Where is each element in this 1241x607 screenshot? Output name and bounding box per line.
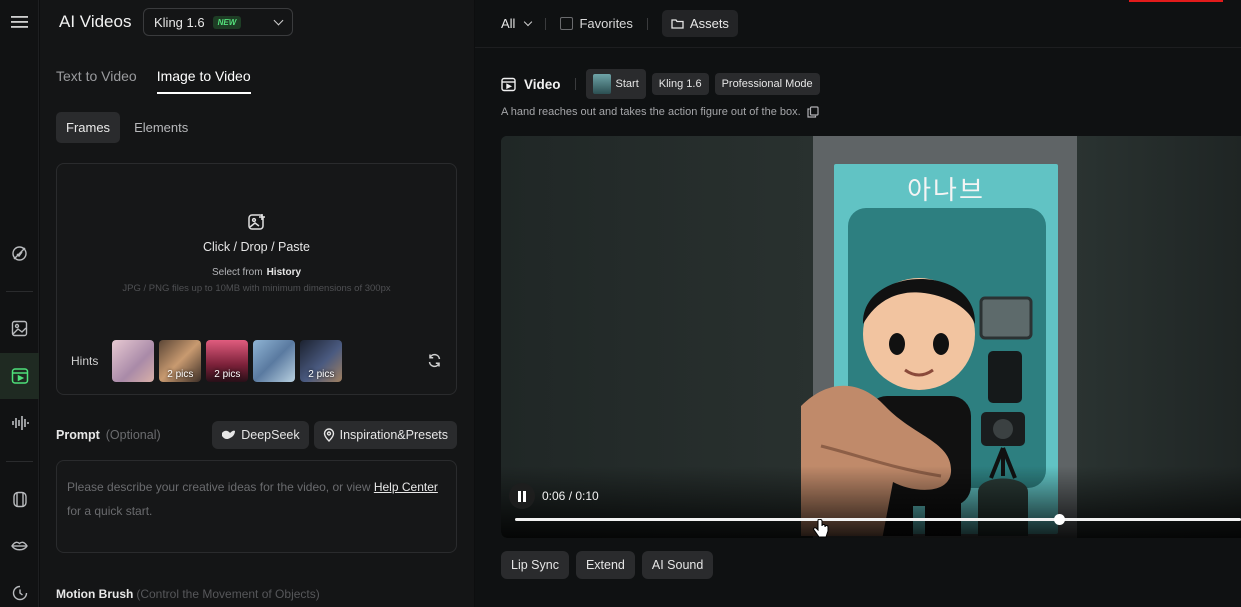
favorites-toggle[interactable]: Favorites [560,16,633,31]
toolbar-divider [646,17,648,30]
video-actions: Lip Sync Extend AI Sound [501,551,714,579]
video-player[interactable]: 아나브 0:06 / 0:10 [501,136,1241,538]
history-link[interactable]: History [267,267,301,278]
lip-sync-button[interactable]: Lip Sync [501,551,569,579]
controls-gradient [501,466,1241,538]
toolbar-divider [545,17,547,30]
playback-time: 0:06 / 0:10 [542,489,599,503]
deepseek-label: DeepSeek [241,428,300,442]
select-from-label: Select from [211,267,263,278]
progress-handle[interactable] [1054,514,1065,525]
deepseek-icon [222,430,236,440]
favorites-checkbox[interactable] [560,17,574,30]
video-icon [501,77,516,91]
prompt-label: Prompt [56,428,100,442]
filter-dropdown[interactable]: All [501,16,533,31]
motion-brush-section[interactable]: Motion Brush (Control the Movement of Obj… [56,587,320,601]
video-prompt-text: A hand reaches out and takes the action … [501,106,801,118]
header-divider [574,78,576,90]
ai-sound-button[interactable]: AI Sound [641,551,714,579]
upload-spec: JPG / PNG files up to 10MB with minimum … [122,283,391,294]
assets-button[interactable]: Assets [661,10,738,37]
subtab-frames[interactable]: Frames [56,112,121,143]
prompt-optional: (Optional) [105,428,161,442]
location-pin-icon [323,428,334,442]
assets-label: Assets [689,16,729,31]
prompt-placeholder: Please describe your creative ideas for … [67,480,371,494]
chevron-down-icon [273,15,284,25]
hint-thumbnail[interactable]: 2 pics [159,340,202,382]
tab-text-to-video[interactable]: Text to Video [56,68,137,94]
tab-image-to-video[interactable]: Image to Video [156,68,251,94]
progress-track[interactable] [515,518,1241,521]
motion-brush-sub: (Control the Movement of Objects) [136,587,320,601]
hint-thumbnail[interactable]: 2 pics [206,340,249,382]
pause-button[interactable] [509,483,535,509]
add-image-icon [247,212,267,237]
rail-divider [6,461,33,462]
icon-rail [0,0,39,607]
refresh-hints-icon[interactable] [427,353,442,373]
new-badge: NEW [212,15,242,29]
inspiration-label: Inspiration&Presets [339,428,448,442]
subtab-elements[interactable]: Elements [124,112,198,143]
avatar-icon[interactable] [0,484,39,514]
video-header: Video Start Kling 1.6 Professional Mode [501,69,820,99]
pause-icon [518,490,526,502]
hand-cursor-icon [813,519,829,538]
page-title: AI Videos [59,12,132,31]
upload-instructions: Click / Drop / Paste [203,240,310,254]
model-select-value: Kling 1.6 [154,14,205,30]
video-description: A hand reaches out and takes the action … [501,106,819,118]
prompt-input[interactable]: Please describe your creative ideas for … [56,460,457,553]
motion-brush-label: Motion Brush [56,587,134,601]
accent-bar [1129,0,1223,2]
start-frame-thumbnail [592,74,611,94]
hint-thumbnail[interactable] [112,340,155,382]
extend-button[interactable]: Extend [575,551,635,579]
history-icon[interactable] [0,578,39,607]
select-from-history: Select from History [57,267,456,278]
hint-thumbnail[interactable] [253,340,296,382]
start-label: Start [615,78,639,90]
audio-icon[interactable] [0,408,39,438]
filter-value: All [501,16,516,31]
video-heading: Video [524,76,561,92]
inspiration-presets-button[interactable]: Inspiration&Presets [313,421,457,449]
rail-divider [6,291,33,292]
hints-label: Hints [71,354,99,368]
results-toolbar: All Favorites Assets [475,0,1241,48]
chevron-down-icon [524,17,533,26]
hints-row: Hints 2 pics 2 pics 2 pics [71,340,343,382]
video-icon[interactable] [0,353,39,399]
effects-icon[interactable] [0,238,39,268]
deepseek-button[interactable]: DeepSeek [212,421,309,449]
hint-thumbnail[interactable]: 2 pics [300,340,343,382]
generation-panel: AI Videos Kling 1.6 NEW Text to Video Im… [40,0,474,607]
mode-tabs: Text to Video Image to Video [56,68,251,94]
app-window: AI Videos Kling 1.6 NEW Text to Video Im… [0,0,1241,607]
menu-icon[interactable] [0,7,39,37]
copy-icon[interactable] [807,106,819,118]
mode-chip: Professional Mode [714,73,820,95]
favorites-label: Favorites [579,16,633,31]
input-subtabs: Frames Elements [56,112,198,143]
image-upload-dropzone[interactable]: Click / Drop / Paste Select from History … [56,163,457,395]
folder-icon [671,19,684,29]
prompt-placeholder-end: for a quick start. [67,504,153,518]
prompt-header: Prompt (Optional) DeepSeek Inspiration&P… [56,421,457,449]
help-center-link[interactable]: Help Center [374,480,438,494]
toy-box-title: 아나브 [907,176,985,206]
model-chip: Kling 1.6 [651,73,709,95]
model-select[interactable]: Kling 1.6 NEW [143,8,293,36]
image-icon[interactable] [0,313,39,343]
results-area: All Favorites Assets Video Start Kling 1… [475,0,1241,607]
start-frame-chip[interactable]: Start [585,69,646,99]
lips-icon[interactable] [0,531,39,561]
